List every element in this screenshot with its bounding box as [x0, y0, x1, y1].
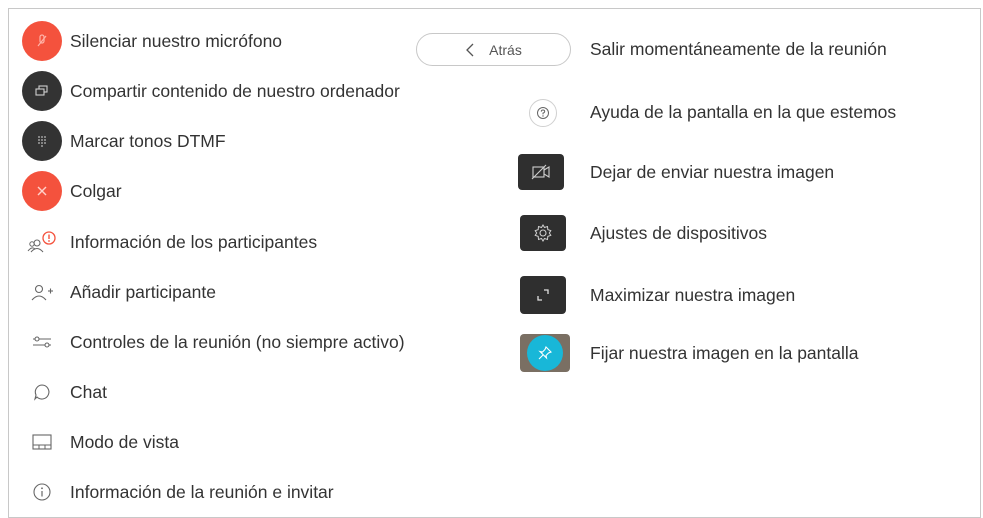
legend-label: Dejar de enviar nuestra imagen	[590, 161, 835, 182]
maximize-icon[interactable]	[520, 276, 566, 314]
back-button-label: Atrás	[489, 41, 522, 58]
legend-row-leave: Salir momentáneamente de la reunión	[590, 33, 887, 66]
legend-row-view-mode: Modo de vista	[20, 422, 179, 462]
legend-label: Chat	[70, 381, 107, 402]
participants-alert-icon[interactable]	[25, 230, 59, 254]
legend-row-device-settings: Ajustes de dispositivos	[520, 215, 767, 251]
legend-label: Información de los participantes	[70, 231, 318, 252]
legend-label: Colgar	[70, 180, 122, 201]
legend-row-info: Información de la reunión e invitar	[20, 472, 334, 512]
chevron-left-icon	[465, 43, 475, 57]
info-icon[interactable]	[32, 482, 52, 502]
legend-row-dtmf: Marcar tonos DTMF	[20, 121, 226, 161]
legend-row-participants: Información de los participantes	[20, 222, 317, 262]
legend-label: Ajustes de dispositivos	[590, 222, 768, 243]
legend-label: Salir momentáneamente de la reunión	[590, 39, 887, 59]
legend-row-add-participant: Añadir participante	[20, 272, 216, 312]
legend-label: Modo de vista	[70, 431, 179, 452]
legend-label: Fijar nuestra imagen en la pantalla	[590, 342, 859, 363]
camera-off-icon[interactable]	[518, 154, 564, 190]
legend-row-mute: Silenciar nuestro micrófono	[20, 21, 282, 61]
legend-row-chat: Chat	[20, 372, 107, 412]
layout-view-icon[interactable]	[31, 433, 53, 451]
pin-thumbnail	[520, 334, 570, 372]
gear-icon[interactable]	[520, 215, 566, 251]
legend-row-pin: Fijar nuestra imagen en la pantalla	[520, 334, 859, 372]
legend-row-maximize: Maximizar nuestra imagen	[520, 276, 795, 314]
pin-icon[interactable]	[527, 335, 563, 371]
legend-label: Marcar tonos DTMF	[70, 130, 226, 151]
hang-up-icon[interactable]	[22, 171, 62, 211]
legend-label: Controles de la reunión (no siempre acti…	[70, 331, 405, 352]
legend-label: Información de la reunión e invitar	[70, 481, 334, 502]
legend-row-help: Ayuda de la pantalla en la que estemos	[520, 96, 896, 129]
legend-row-controls: Controles de la reunión (no siempre acti…	[20, 322, 405, 362]
add-person-icon[interactable]	[30, 282, 54, 302]
legend-label: Ayuda de la pantalla en la que estemos	[590, 102, 897, 122]
back-button[interactable]: Atrás	[416, 33, 571, 66]
chat-icon[interactable]	[32, 382, 52, 402]
legend-label: Silenciar nuestro micrófono	[70, 30, 283, 51]
share-screen-icon[interactable]	[22, 71, 62, 111]
legend-row-hangup: Colgar	[20, 171, 122, 211]
meeting-controls-icon[interactable]	[31, 334, 53, 350]
legend-row-share: Compartir contenido de nuestro ordenador	[20, 71, 400, 111]
legend-label: Añadir participante	[70, 281, 216, 302]
legend-label: Maximizar nuestra imagen	[590, 284, 796, 305]
legend-label: Compartir contenido de nuestro ordenador	[70, 80, 400, 101]
legend-row-stop-video: Dejar de enviar nuestra imagen	[518, 154, 834, 190]
mute-mic-icon[interactable]	[22, 21, 62, 61]
help-icon[interactable]	[529, 98, 557, 127]
dialpad-icon[interactable]	[22, 121, 62, 161]
